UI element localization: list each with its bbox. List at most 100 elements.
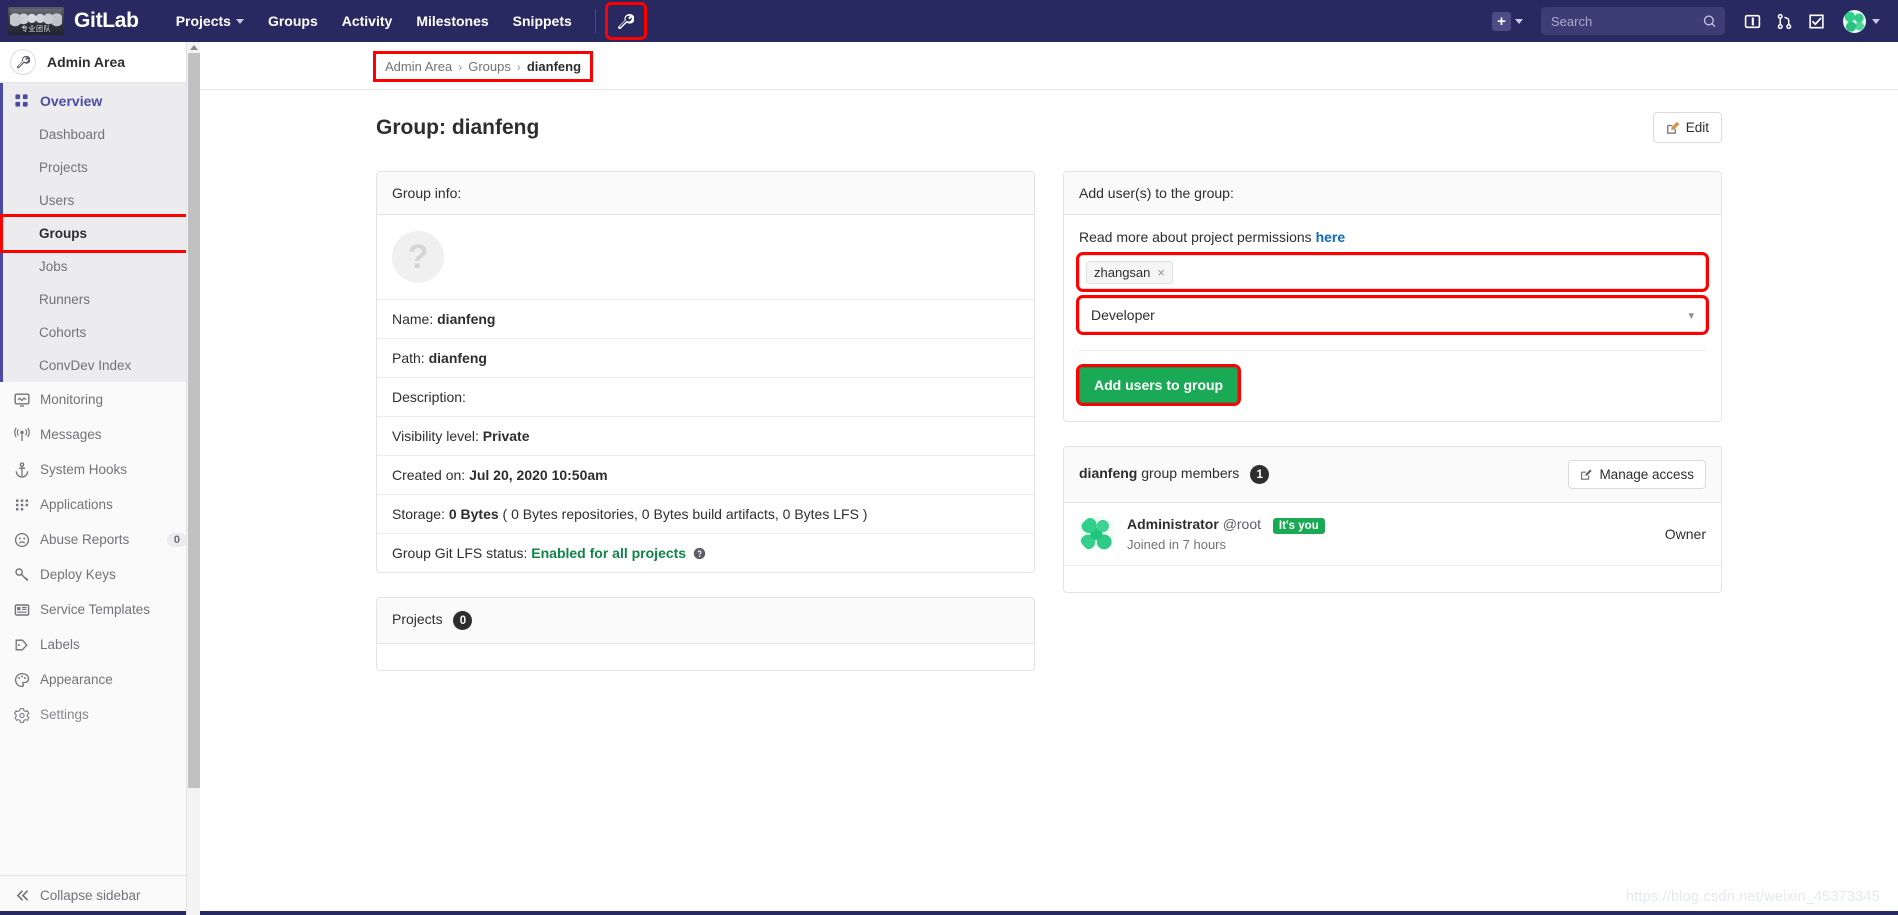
group-info-row-lfs: Group Git LFS status: Enabled for all pr… [377, 534, 1034, 572]
scroll-up-arrow-icon[interactable] [190, 45, 198, 50]
row-suffix-storage: ( 0 Bytes repositories, 0 Bytes build ar… [502, 506, 868, 522]
group-members-card: dianfeng group members 1 Manage access A… [1063, 446, 1722, 593]
sidebar-item-cohorts[interactable]: Cohorts [3, 316, 199, 349]
question-circle-icon[interactable] [693, 547, 706, 560]
user-menu-button[interactable] [1833, 6, 1884, 36]
add-users-to-group-button[interactable]: Add users to group [1075, 364, 1242, 406]
sidebar-item-messages[interactable]: Messages [0, 417, 199, 452]
grid-icon [13, 92, 30, 109]
row-value-storage: 0 Bytes [448, 506, 499, 522]
sidebar-item-settings[interactable]: Settings [0, 697, 199, 732]
nav-activity[interactable]: Activity [331, 2, 404, 40]
sidebar-header[interactable]: Admin Area [0, 42, 199, 83]
nav-snippets[interactable]: Snippets [502, 2, 583, 40]
sidebar-item-deploy-keys[interactable]: Deploy Keys [0, 557, 199, 592]
sidebar-monitoring-label: Monitoring [40, 392, 104, 407]
sidebar-service-templates-label: Service Templates [40, 602, 151, 617]
gitlab-logo-image[interactable]: 专业团队 [8, 7, 64, 35]
row-value-name: dianfeng [437, 311, 496, 327]
page-header: Group: dianfeng Edit [376, 112, 1722, 143]
add-users-header-label: Add user(s) to the group: [1079, 185, 1234, 201]
user-token[interactable]: zhangsan × [1086, 260, 1173, 284]
group-info-row-description: Description: [377, 378, 1034, 417]
group-info-row-storage: Storage: 0 Bytes ( 0 Bytes repositories,… [377, 495, 1034, 534]
abuse-reports-count: 0 [166, 532, 187, 547]
sidebar-item-projects[interactable]: Projects [3, 151, 199, 184]
wrench-icon [618, 13, 635, 29]
pencil-square-icon [1666, 121, 1679, 134]
avatar [1843, 9, 1866, 33]
sidebar-item-overview[interactable]: Overview [3, 83, 199, 118]
sidebar-item-runners[interactable]: Runners [3, 283, 199, 316]
sidebar-item-convdev-index[interactable]: ConvDev Index [3, 349, 199, 382]
member-role: Owner [1664, 526, 1706, 542]
sidebar-item-system-hooks[interactable]: System Hooks [0, 452, 199, 487]
monitor-icon [13, 391, 30, 408]
nav-milestones[interactable]: Milestones [405, 2, 499, 40]
right-column: Add user(s) to the group: Read more abou… [1063, 171, 1722, 695]
breadcrumb-admin-area[interactable]: Admin Area [385, 59, 452, 74]
double-chevron-left-icon [14, 887, 31, 904]
breadcrumb-current: dianfeng [526, 59, 582, 74]
edit-button[interactable]: Edit [1652, 112, 1722, 143]
nav-projects[interactable]: Projects [165, 2, 255, 40]
breadcrumb-bar: Admin Area › Groups › dianfeng [200, 42, 1898, 90]
frown-icon [13, 531, 30, 548]
new-item-button[interactable]: + [1486, 7, 1529, 36]
nav-projects-label: Projects [175, 13, 231, 29]
sidebar-item-applications[interactable]: Applications [0, 487, 199, 522]
projects-count-badge: 0 [453, 611, 473, 630]
group-avatar-placeholder: ? [392, 231, 444, 283]
projects-card-title: Projects [392, 611, 443, 628]
pencil-square-icon [1581, 469, 1593, 480]
sidebar-item-users[interactable]: Users [3, 184, 199, 217]
issue-boards-button[interactable] [1737, 6, 1767, 36]
sidebar-dashboard-label: Dashboard [39, 127, 106, 142]
sidebar-system-hooks-label: System Hooks [40, 462, 128, 477]
manage-access-button[interactable]: Manage access [1568, 460, 1706, 489]
access-level-select[interactable]: Developer ▾ [1076, 295, 1709, 335]
brand-name[interactable]: GitLab [74, 9, 139, 33]
permissions-here-link[interactable]: here [1316, 229, 1346, 245]
breadcrumb-groups[interactable]: Groups [468, 59, 511, 74]
close-icon[interactable]: × [1157, 265, 1165, 280]
sidebar-labels-label: Labels [40, 637, 80, 652]
sidebar-item-service-templates[interactable]: Service Templates [0, 592, 199, 627]
collapse-sidebar-label: Collapse sidebar [40, 888, 141, 903]
sidebar-cohorts-label: Cohorts [39, 325, 87, 340]
sidebar-item-groups[interactable]: Groups [0, 214, 199, 253]
watermark: https://blog.csdn.net/weixin_45373345 [1625, 889, 1880, 905]
user-select-field-wrap: zhangsan × [1064, 245, 1721, 292]
plus-icon: + [1492, 11, 1511, 31]
row-label-created: Created on: [392, 467, 466, 483]
group-info-row-created: Created on: Jul 20, 2020 10:50am [377, 456, 1034, 495]
search-input[interactable] [1549, 12, 1704, 30]
collapse-sidebar-button[interactable]: Collapse sidebar [0, 875, 199, 915]
row-label-lfs: Group Git LFS status: [392, 545, 528, 561]
merge-requests-button[interactable] [1769, 6, 1799, 36]
todos-button[interactable] [1801, 6, 1831, 36]
sidebar-item-monitoring[interactable]: Monitoring [0, 382, 199, 417]
sidebar-jobs-label: Jobs [39, 259, 68, 274]
nav-groups[interactable]: Groups [257, 2, 329, 40]
sidebar-item-dashboard[interactable]: Dashboard [3, 118, 199, 151]
search-box[interactable] [1541, 7, 1725, 35]
row-label-path: Path: [392, 350, 425, 366]
chevron-down-icon [235, 18, 244, 24]
member-row[interactable]: Administrator @root It's you Joined in 7… [1064, 503, 1721, 566]
admin-area-button[interactable] [604, 2, 647, 40]
sidebar-item-jobs[interactable]: Jobs [3, 250, 199, 283]
group-info-row-path: Path: dianfeng [377, 339, 1034, 378]
sidebar-item-labels[interactable]: Labels [0, 627, 199, 662]
members-group-name: dianfeng [1079, 465, 1138, 482]
palette-icon [13, 671, 30, 688]
sidebar-deploy-keys-label: Deploy Keys [40, 567, 116, 582]
wrench-icon [17, 55, 30, 69]
nav-divider [594, 9, 596, 33]
user-select-input[interactable]: zhangsan × [1076, 252, 1709, 292]
sidebar-item-abuse-reports[interactable]: Abuse Reports 0 [0, 522, 199, 557]
scrollbar-thumb[interactable] [188, 53, 200, 788]
sidebar-scrollbar[interactable] [186, 42, 200, 915]
sidebar-item-appearance[interactable]: Appearance [0, 662, 199, 697]
group-info-row-name: Name: dianfeng [377, 300, 1034, 339]
